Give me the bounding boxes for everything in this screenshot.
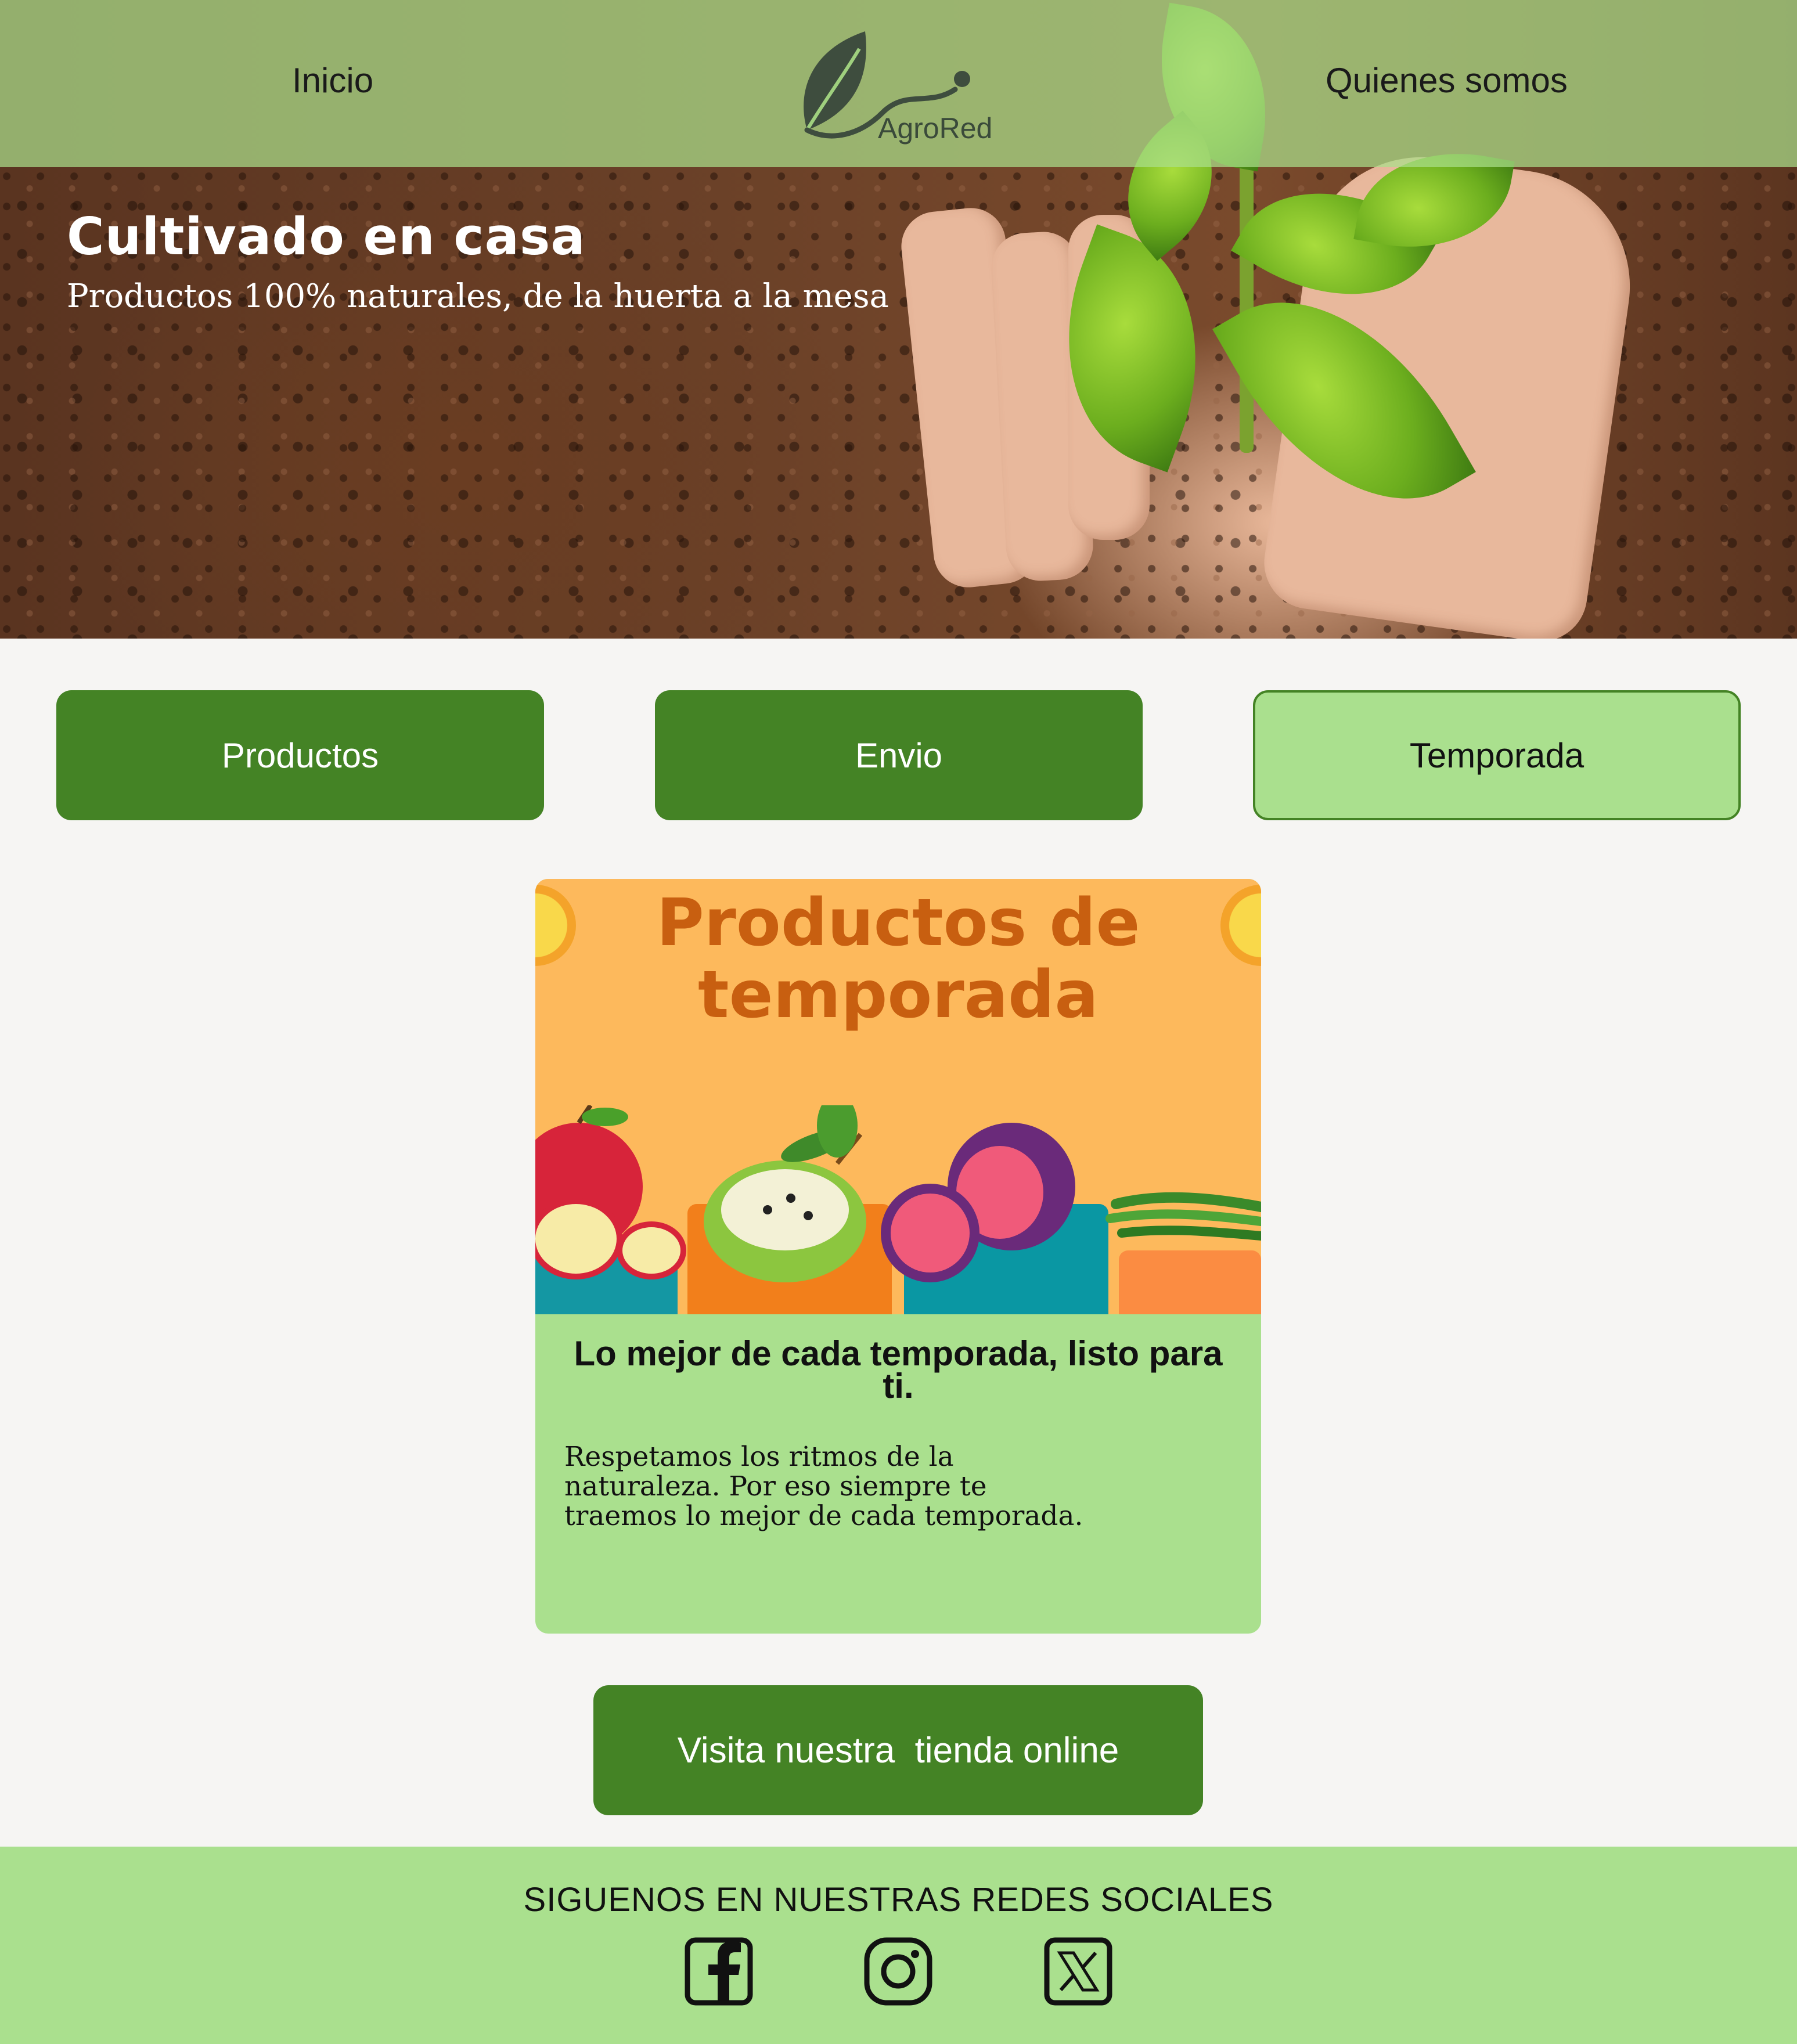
logo-text: AgroRed <box>878 112 993 145</box>
hero-subtitle: Productos 100% naturales, de la huerta a… <box>67 277 889 315</box>
hero-banner: Inicio Quienes somos AgroRed Cultivado e… <box>0 0 1797 639</box>
hero-title: Cultivado en casa <box>67 207 586 266</box>
card-heading: Lo mejor de cada temporada, listo para t… <box>574 1334 1223 1405</box>
image-title-line2: temporada <box>698 957 1099 1033</box>
plant-stem <box>1240 128 1254 453</box>
tab-productos[interactable]: Productos <box>56 690 544 820</box>
nav-inicio-link[interactable]: Inicio <box>292 60 373 100</box>
instagram-icon[interactable] <box>863 1937 933 2006</box>
x-icon[interactable] <box>1043 1937 1113 2006</box>
visit-online-store-button[interactable]: Visita nuestra tienda online <box>593 1685 1203 1815</box>
fruits-illustration <box>535 1105 1261 1282</box>
page: Inicio Quienes somos AgroRed Cultivado e… <box>0 0 1797 2044</box>
nav-quienes-somos-link[interactable]: Quienes somos <box>1326 60 1568 100</box>
facebook-icon[interactable] <box>684 1937 754 2006</box>
season-products-image: Productos de temporada <box>535 879 1261 1314</box>
season-card: Productos de temporada Lo mejor de cada … <box>535 879 1261 1634</box>
card-description: Respetamos los ritmos de la naturaleza. … <box>564 1441 1083 1532</box>
footer: SIGUENOS EN NUESTRAS REDES SOCIALES <box>0 1847 1797 2044</box>
footer-social-title: SIGUENOS EN NUESTRAS REDES SOCIALES <box>523 1881 1274 1919</box>
image-title-line1: Productos de <box>656 885 1140 961</box>
agrored-logo[interactable]: AgroRed <box>790 26 1004 147</box>
tab-temporada[interactable]: Temporada <box>1253 690 1741 820</box>
image-title: Productos de temporada <box>535 887 1261 1031</box>
tab-envio[interactable]: Envio <box>655 690 1143 820</box>
